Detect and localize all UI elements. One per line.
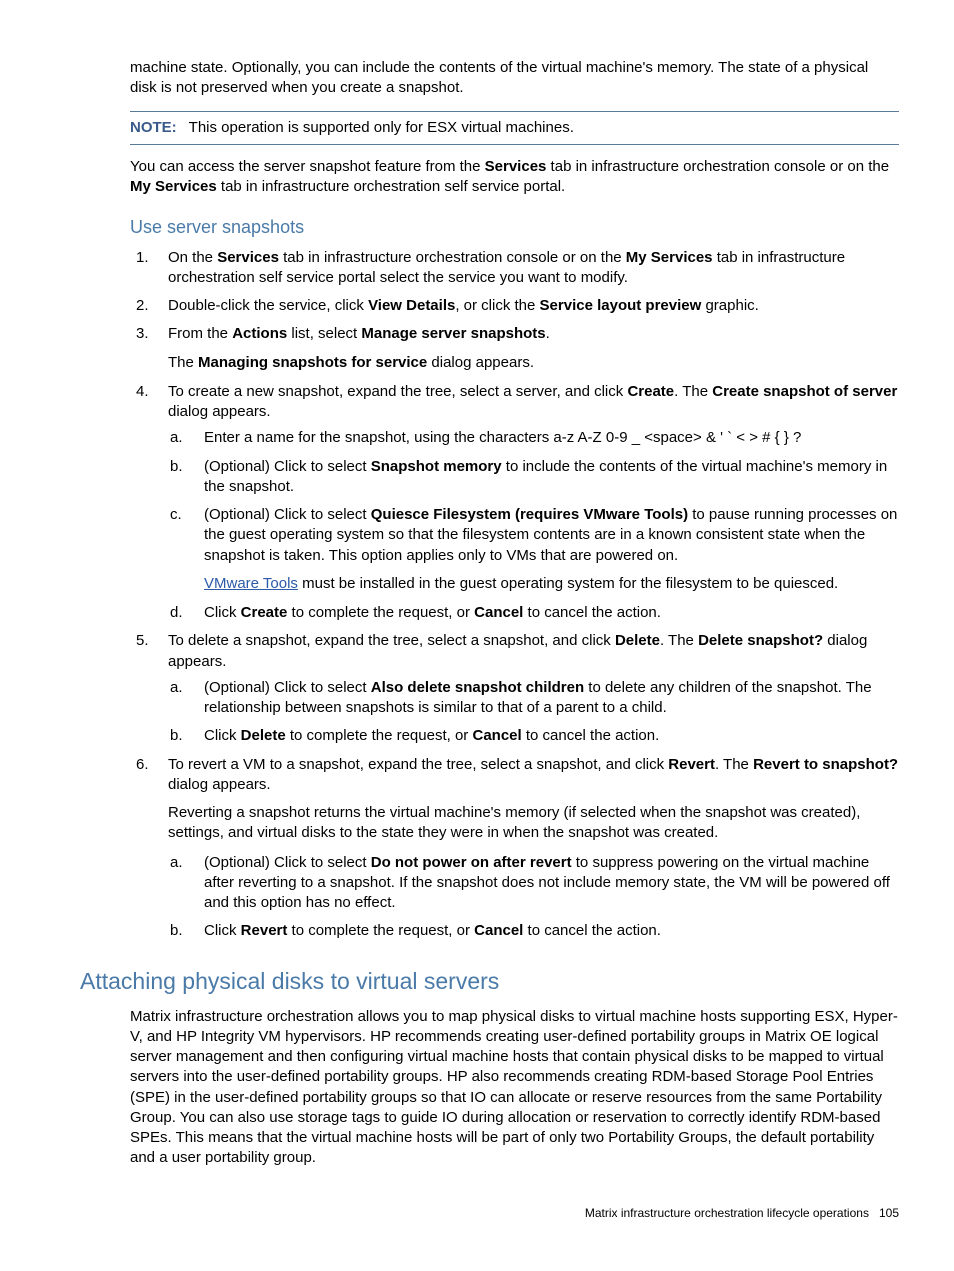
steps-list: On the Services tab in infrastructure or… [130,248,899,942]
step-6-sublist: (Optional) Click to select Do not power … [168,853,899,942]
footer-text: Matrix infrastructure orchestration life… [585,1206,869,1220]
step-4c-note: VMware Tools must be installed in the gu… [204,574,899,594]
step-6-sub: Reverting a snapshot returns the virtual… [168,803,899,844]
access-paragraph: You can access the server snapshot featu… [130,157,899,198]
heading-attaching-disks: Attaching physical disks to virtual serv… [80,966,899,997]
step-4-sublist: Enter a name for the snapshot, using the… [168,428,899,623]
note-text: This operation is supported only for ESX… [189,119,574,136]
step-5: To delete a snapshot, expand the tree, s… [130,631,899,746]
step-5b: Click Delete to complete the request, or… [168,726,899,746]
vmware-tools-link[interactable]: VMware Tools [204,575,298,592]
step-4d: Click Create to complete the request, or… [168,603,899,623]
step-4: To create a new snapshot, expand the tre… [130,382,899,624]
step-6: To revert a VM to a snapshot, expand the… [130,755,899,942]
attach-paragraph: Matrix infrastructure orchestration allo… [130,1007,899,1169]
step-6b: Click Revert to complete the request, or… [168,921,899,941]
step-5a: (Optional) Click to select Also delete s… [168,678,899,719]
footer-page: 105 [879,1206,899,1220]
step-4a: Enter a name for the snapshot, using the… [168,428,899,448]
step-4b: (Optional) Click to select Snapshot memo… [168,457,899,498]
note-label: NOTE: [130,119,177,136]
step-5-sublist: (Optional) Click to select Also delete s… [168,678,899,747]
page-footer: Matrix infrastructure orchestration life… [55,1205,899,1221]
step-1: On the Services tab in infrastructure or… [130,248,899,289]
heading-use-server-snapshots: Use server snapshots [130,215,899,239]
intro-paragraph: machine state. Optionally, you can inclu… [130,58,899,99]
step-3-sub: The Managing snapshots for service dialo… [168,353,899,373]
step-4c: (Optional) Click to select Quiesce Files… [168,505,899,594]
note-box: NOTE: This operation is supported only fo… [130,111,899,145]
step-6a: (Optional) Click to select Do not power … [168,853,899,914]
step-2: Double-click the service, click View Det… [130,296,899,316]
step-3: From the Actions list, select Manage ser… [130,324,899,373]
